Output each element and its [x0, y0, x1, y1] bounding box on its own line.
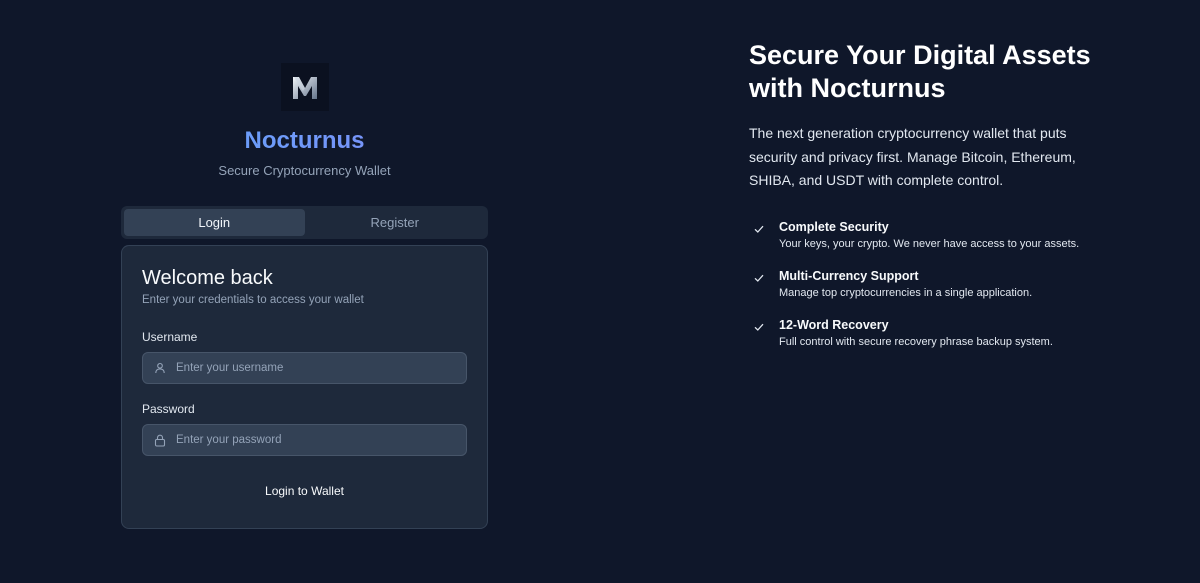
- feature-item: Complete Security Your keys, your crypto…: [749, 218, 1149, 258]
- password-field[interactable]: [142, 424, 467, 456]
- brand-tagline: Secure Cryptocurrency Wallet: [218, 163, 391, 178]
- feature-title: Multi-Currency Support: [779, 269, 919, 283]
- nocturnus-logo-icon: [281, 63, 329, 111]
- brand-name: Nocturnus: [121, 125, 488, 157]
- tab-login[interactable]: Login: [124, 209, 305, 236]
- check-icon: [753, 320, 765, 332]
- user-icon: [153, 361, 167, 375]
- hero-description: The next generation cryptocurrency walle…: [749, 125, 1076, 188]
- feature-item: Multi-Currency Support Manage top crypto…: [749, 267, 1149, 307]
- auth-tabs: Login Register: [121, 206, 488, 239]
- tab-register[interactable]: Register: [305, 209, 486, 236]
- feature-item: 12-Word Recovery Full control with secur…: [749, 316, 1149, 356]
- check-icon: [753, 222, 765, 234]
- check-icon: [753, 271, 765, 283]
- login-card: Welcome back Enter your credentials to a…: [121, 245, 488, 529]
- login-button[interactable]: Login to Wallet: [142, 478, 467, 504]
- feature-description: Your keys, your crypto. We never have ac…: [779, 238, 1080, 250]
- password-label: Password: [142, 402, 195, 416]
- username-input[interactable]: [176, 353, 466, 383]
- password-input[interactable]: [176, 425, 466, 455]
- username-field[interactable]: [142, 352, 467, 384]
- card-title: Welcome back: [142, 267, 273, 289]
- feature-title: Complete Security: [779, 220, 889, 234]
- lock-icon: [153, 433, 167, 447]
- card-subtitle: Enter your credentials to access your wa…: [142, 294, 364, 306]
- feature-title: 12-Word Recovery: [779, 318, 889, 332]
- hero-title: Secure Your Digital Assets with Nocturnu…: [749, 40, 1091, 103]
- feature-description: Full control with secure recovery phrase…: [779, 336, 1053, 348]
- feature-description: Manage top cryptocurrencies in a single …: [779, 287, 1033, 299]
- username-label: Username: [142, 330, 198, 344]
